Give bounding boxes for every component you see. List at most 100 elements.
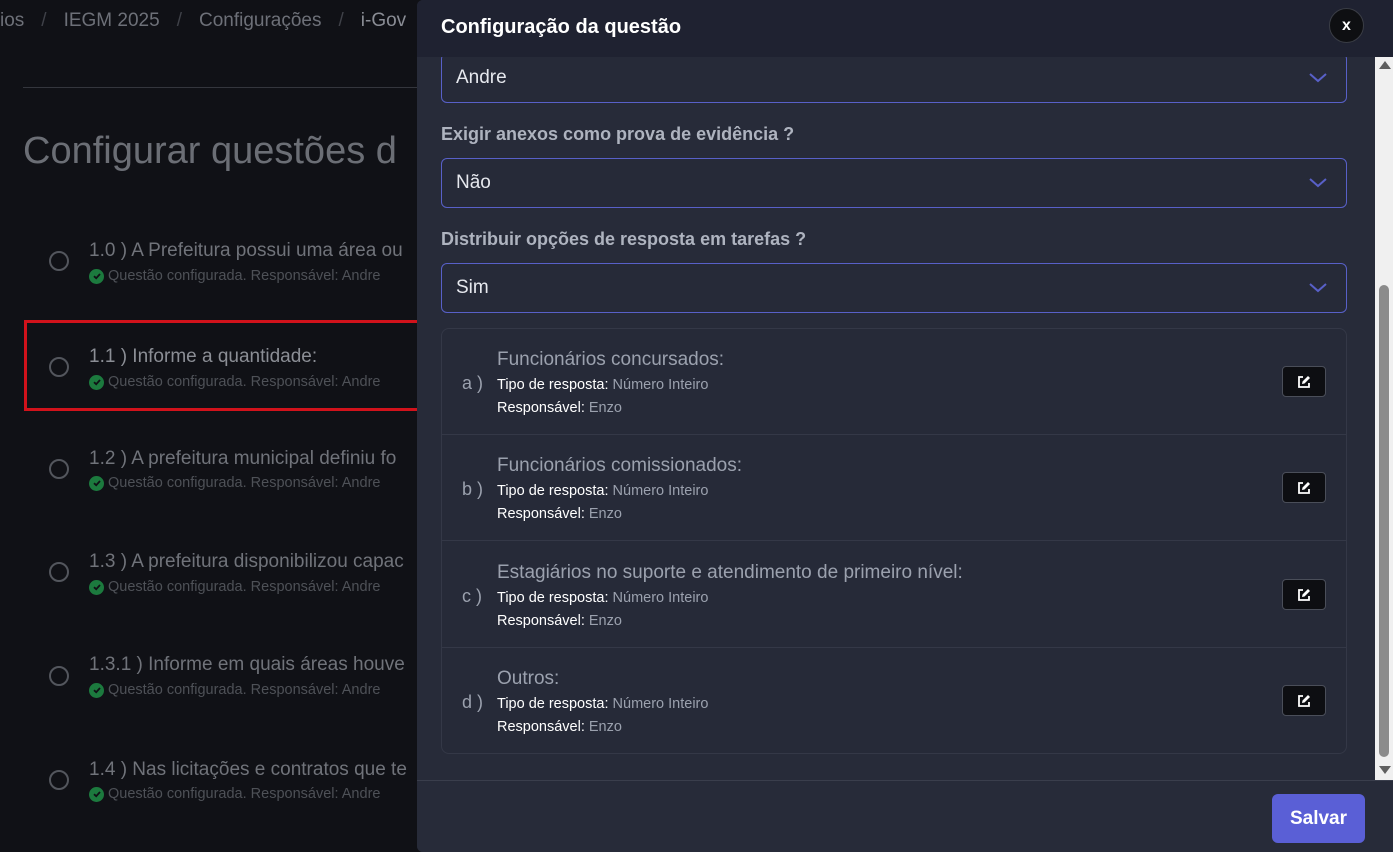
scroll-down-arrow-icon[interactable] <box>1379 766 1391 774</box>
question-status: Questão configurada. Responsável: Andre <box>89 682 380 698</box>
divider <box>23 87 423 88</box>
edit-icon <box>1298 694 1310 707</box>
breadcrumb-separator: / <box>176 10 182 31</box>
option-tipo: Tipo de resposta: Número Inteiro <box>497 377 708 393</box>
question-title: 1.4 ) Nas licitações e contratos que te <box>89 759 407 780</box>
close-icon: x <box>1342 16 1351 34</box>
answer-options-panel: a ) Funcionários concursados: Tipo de re… <box>441 328 1347 754</box>
question-item[interactable]: 1.4 ) Nas licitações e contratos que te … <box>24 735 420 825</box>
breadcrumb-item[interactable]: IEGM 2025 <box>64 10 160 32</box>
question-status: Questão configurada. Responsável: Andre <box>89 475 380 491</box>
modal-header: Configuração da questão x <box>417 0 1393 57</box>
edit-option-button[interactable] <box>1282 579 1326 610</box>
scroll-thumb[interactable] <box>1379 285 1389 757</box>
modal-body: Andre Exigir anexos como prova de evidên… <box>417 57 1393 780</box>
question-config-modal: Configuração da questão x Andre Exigir a… <box>417 0 1393 852</box>
responsavel-value: Enzo <box>588 613 622 629</box>
close-button[interactable]: x <box>1329 8 1364 43</box>
question-title: 1.3.1 ) Informe em quais áreas houve <box>89 654 405 675</box>
tipo-value: Número Inteiro <box>612 590 709 606</box>
page-title: Configurar questões d <box>23 130 397 172</box>
question-status: Questão configurada. Responsável: Andre <box>89 374 380 390</box>
question-status-text: Questão configurada. Responsável: Andre <box>108 579 381 595</box>
question-status: Questão configurada. Responsável: Andre <box>89 268 380 284</box>
check-circle-icon <box>89 374 104 390</box>
select-value: Não <box>456 172 491 193</box>
breadcrumb-separator: / <box>338 10 344 31</box>
question-item[interactable]: 1.0 ) A Prefeitura possui uma área ou Qu… <box>24 217 420 307</box>
edit-icon <box>1298 375 1310 388</box>
question-radio[interactable] <box>49 666 69 686</box>
distribuir-opcoes-select[interactable]: Sim <box>441 263 1347 313</box>
question-title: 1.0 ) A Prefeitura possui uma área ou <box>89 240 403 261</box>
option-letter: d ) <box>462 692 484 712</box>
breadcrumb: ios / IEGM 2025 / Configurações / i-Gov <box>0 8 406 34</box>
check-circle-icon <box>89 682 104 698</box>
option-responsavel: Responsável: Enzo <box>497 719 622 735</box>
tipo-value: Número Inteiro <box>612 696 709 712</box>
option-title: Funcionários concursados: <box>497 349 725 370</box>
select-value: Sim <box>456 277 489 298</box>
edit-option-button[interactable] <box>1282 366 1326 397</box>
check-circle-icon <box>89 268 104 284</box>
question-title: 1.2 ) A prefeitura municipal definiu fo <box>89 448 397 469</box>
check-circle-icon <box>89 786 104 802</box>
answer-option: a ) Funcionários concursados: Tipo de re… <box>442 329 1346 435</box>
question-item[interactable]: 1.2 ) A prefeitura municipal definiu fo … <box>24 424 420 514</box>
modal-title: Configuração da questão <box>441 16 682 38</box>
option-letter: b ) <box>462 479 484 499</box>
tipo-value: Número Inteiro <box>612 483 709 499</box>
breadcrumb-item[interactable]: Configurações <box>199 10 322 32</box>
question-radio[interactable] <box>49 770 69 790</box>
responsavel-label: Responsável: <box>497 613 585 629</box>
modal-footer: Salvar <box>417 780 1393 852</box>
tipo-label: Tipo de resposta: <box>497 377 609 393</box>
breadcrumb-item[interactable]: ios <box>0 10 24 32</box>
chevron-down-icon <box>1309 283 1327 293</box>
question-radio[interactable] <box>49 251 69 271</box>
exigir-anexos-select[interactable]: Não <box>441 158 1347 208</box>
option-letter: a ) <box>462 373 484 393</box>
chevron-down-icon <box>1309 178 1327 188</box>
question-item[interactable]: 1.3 ) A prefeitura disponibilizou capac … <box>24 527 420 617</box>
responsavel-value: Enzo <box>588 400 622 416</box>
responsavel-label: Responsável: <box>497 719 585 735</box>
answer-option: d ) Outros: Tipo de resposta: Número Int… <box>442 648 1346 753</box>
edit-icon <box>1298 588 1310 601</box>
tipo-label: Tipo de resposta: <box>497 590 609 606</box>
option-tipo: Tipo de resposta: Número Inteiro <box>497 590 708 606</box>
option-tipo: Tipo de resposta: Número Inteiro <box>497 696 708 712</box>
option-responsavel: Responsável: Enzo <box>497 400 622 416</box>
question-title: 1.3 ) A prefeitura disponibilizou capac <box>89 551 404 572</box>
responsavel-select[interactable]: Andre <box>441 57 1347 103</box>
question-status: Questão configurada. Responsável: Andre <box>89 579 380 595</box>
question-status-text: Questão configurada. Responsável: Andre <box>108 682 381 698</box>
save-button[interactable]: Salvar <box>1272 794 1365 843</box>
tipo-label: Tipo de resposta: <box>497 696 609 712</box>
option-responsavel: Responsável: Enzo <box>497 506 622 522</box>
option-tipo: Tipo de resposta: Número Inteiro <box>497 483 708 499</box>
responsavel-value: Enzo <box>588 719 622 735</box>
scroll-up-arrow-icon[interactable] <box>1379 61 1391 69</box>
question-radio[interactable] <box>49 357 69 377</box>
modal-scrollbar[interactable] <box>1375 57 1393 780</box>
responsavel-value: Enzo <box>588 506 622 522</box>
question-item[interactable]: 1.3.1 ) Informe em quais áreas houve Que… <box>24 631 420 721</box>
tipo-value: Número Inteiro <box>612 377 709 393</box>
breadcrumb-separator: / <box>41 10 47 31</box>
question-status: Questão configurada. Responsável: Andre <box>89 786 380 802</box>
question-status-text: Questão configurada. Responsável: Andre <box>108 475 381 491</box>
responsavel-label: Responsável: <box>497 506 585 522</box>
distribuir-opcoes-label: Distribuir opções de resposta em tarefas… <box>441 229 807 249</box>
question-item-selected[interactable]: 1.1 ) Informe a quantidade: Questão conf… <box>24 320 421 411</box>
question-radio[interactable] <box>49 459 69 479</box>
option-title: Funcionários comissionados: <box>497 455 743 476</box>
question-status-text: Questão configurada. Responsável: Andre <box>108 786 381 802</box>
edit-option-button[interactable] <box>1282 685 1326 716</box>
option-title: Outros: <box>497 668 560 689</box>
responsavel-label: Responsável: <box>497 400 585 416</box>
option-letter: c ) <box>462 586 482 606</box>
question-radio[interactable] <box>49 562 69 582</box>
answer-option: b ) Funcionários comissionados: Tipo de … <box>442 435 1346 541</box>
edit-option-button[interactable] <box>1282 472 1326 503</box>
